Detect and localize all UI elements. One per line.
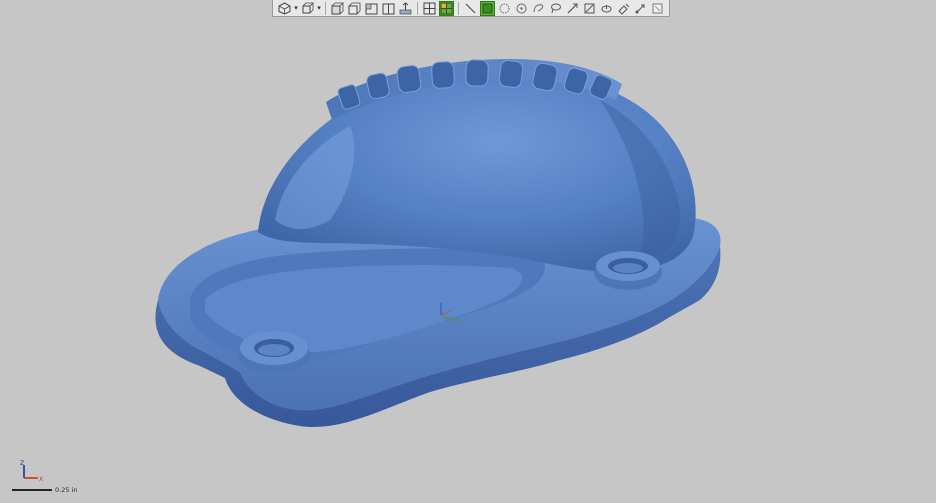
- toolbar-separator: [458, 1, 459, 15]
- triad-z-label: Z: [20, 460, 24, 467]
- scanned-mesh-model[interactable]: [0, 0, 936, 503]
- isometric-view-icon[interactable]: [330, 1, 345, 16]
- axis-triad-icon: Z X: [20, 460, 43, 483]
- select-circle-icon[interactable]: [497, 1, 512, 16]
- right-mounting-boss: [594, 251, 662, 290]
- scale-bar-label: 0.25 in: [55, 486, 78, 494]
- scale-bar-line: [12, 489, 52, 491]
- triad-x-label: X: [39, 476, 43, 483]
- toolbar-separator: [417, 1, 418, 15]
- paint-select-icon[interactable]: [616, 1, 631, 16]
- layout-active-icon[interactable]: [439, 0, 454, 16]
- view-cube-dropdown-icon[interactable]: ▾: [293, 1, 299, 16]
- select-rectangle-icon[interactable]: [480, 0, 495, 16]
- move-select-icon[interactable]: [633, 1, 648, 16]
- layout-grid-icon[interactable]: [422, 1, 437, 16]
- clear-select-icon[interactable]: [650, 1, 665, 16]
- view-toolbar: ▾ ▾: [272, 0, 670, 17]
- flood-select-icon[interactable]: [599, 1, 614, 16]
- split-view-icon[interactable]: [381, 1, 396, 16]
- extend-select-icon[interactable]: [582, 1, 597, 16]
- select-ellipse-icon[interactable]: [514, 1, 529, 16]
- front-view-icon[interactable]: [347, 1, 362, 16]
- toolbar-separator: [325, 1, 326, 15]
- 3d-viewport[interactable]: ▾ ▾ Origin Z X 0.25 in: [0, 0, 936, 503]
- select-freeform-icon[interactable]: [531, 1, 546, 16]
- top-view-icon[interactable]: [364, 1, 379, 16]
- lasso-icon[interactable]: [548, 1, 563, 16]
- rotate-view-icon[interactable]: [300, 1, 315, 16]
- left-mounting-boss: [238, 331, 310, 374]
- view-cube-icon[interactable]: [277, 1, 292, 16]
- line-tool-icon[interactable]: [463, 1, 478, 16]
- normal-to-view-icon[interactable]: [398, 1, 413, 16]
- brush-select-icon[interactable]: [565, 1, 580, 16]
- rotate-view-dropdown-icon[interactable]: ▾: [316, 1, 322, 16]
- origin-label: Origin: [444, 317, 461, 323]
